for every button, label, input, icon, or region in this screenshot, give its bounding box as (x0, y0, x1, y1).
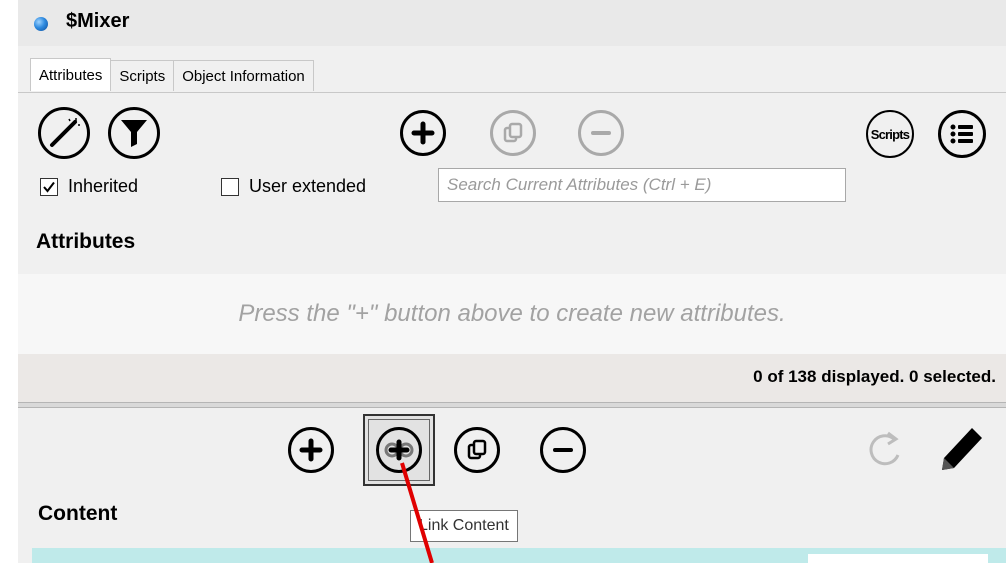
remove-attribute-button[interactable] (578, 110, 624, 156)
filter-icon (121, 120, 147, 147)
duplicate-content-button[interactable] (454, 427, 500, 473)
scripts-button[interactable]: Scripts (866, 110, 914, 158)
object-sphere-icon (34, 17, 48, 31)
tab-object-information[interactable]: Object Information (173, 60, 314, 91)
inherited-label: Inherited (68, 176, 139, 196)
tab-strip: Attributes Scripts Object Information (30, 58, 314, 92)
status-text: 0 of 138 displayed. 0 selected. (753, 367, 996, 386)
user-extended-checkbox[interactable] (221, 177, 239, 196)
refresh-button[interactable] (866, 425, 906, 473)
empty-hint: Press the "+" button above to create new… (238, 300, 786, 327)
inherited-filter[interactable]: Inherited (40, 176, 138, 197)
refresh-icon (869, 431, 900, 466)
remove-content-button[interactable] (540, 427, 586, 473)
tab-divider (18, 92, 1006, 93)
duplicate-attribute-button[interactable] (490, 110, 536, 156)
attributes-status-bar: 0 of 138 displayed. 0 selected. (18, 354, 1006, 402)
link-content-button[interactable] (376, 427, 422, 473)
minus-icon (553, 448, 573, 452)
edit-button[interactable] (928, 420, 988, 476)
panel-splitter[interactable] (18, 402, 1006, 408)
content-heading: Content (38, 502, 118, 525)
plus-icon (411, 121, 435, 145)
content-list-cell (808, 554, 988, 563)
minus-icon (591, 131, 611, 135)
list-view-button[interactable] (938, 110, 986, 158)
magic-wand-icon (50, 118, 80, 147)
list-icon (950, 124, 973, 144)
tab-attributes[interactable]: Attributes (30, 58, 112, 91)
add-content-button[interactable] (288, 427, 334, 473)
user-extended-label: User extended (249, 176, 367, 196)
search-attributes-input[interactable] (438, 168, 846, 202)
user-extended-filter[interactable]: User extended (221, 176, 366, 197)
title-bar: $Mixer (18, 0, 1006, 46)
duplicate-icon (503, 122, 523, 143)
checkmark-icon (43, 181, 55, 193)
pencil-icon (942, 428, 982, 470)
link-content-icon (384, 439, 414, 461)
duplicate-icon (467, 439, 487, 460)
attribute-editor-panel: $Mixer Attributes Scripts Object Informa… (18, 0, 1006, 563)
add-attribute-button[interactable] (400, 110, 446, 156)
window-title: $Mixer (66, 10, 130, 32)
tab-scripts[interactable]: Scripts (110, 60, 175, 91)
link-content-tooltip: Link Content (410, 510, 518, 542)
scripts-button-label: Scripts (870, 126, 910, 142)
inherited-checkbox[interactable] (40, 177, 58, 196)
attributes-list[interactable]: Press the "+" button above to create new… (18, 274, 1006, 354)
filter-button[interactable] (108, 107, 160, 159)
attribute-wizard-button[interactable] (38, 107, 90, 159)
plus-icon (299, 438, 323, 462)
attributes-heading: Attributes (36, 230, 136, 253)
